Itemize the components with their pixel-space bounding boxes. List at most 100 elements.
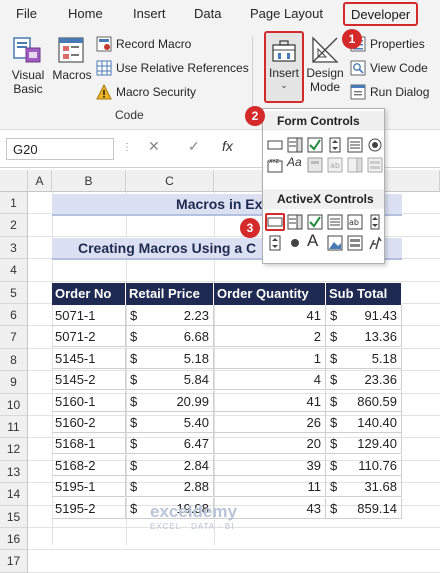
- tab-page-layout[interactable]: Page Layout: [250, 6, 323, 21]
- command-button-icon[interactable]: [265, 213, 285, 231]
- column-header-a[interactable]: A: [28, 170, 52, 192]
- cell-order-no[interactable]: 5145-1: [52, 347, 126, 369]
- cell-order-quantity[interactable]: 1: [214, 347, 326, 369]
- cell-retail-price[interactable]: $5.18: [126, 347, 214, 369]
- combo-list-icon[interactable]: [347, 157, 363, 173]
- row-header[interactable]: 2: [0, 214, 28, 237]
- cell-order-no[interactable]: 5168-2: [52, 454, 126, 476]
- row-header[interactable]: 8: [0, 348, 28, 372]
- group-box-icon[interactable]: XYZ: [267, 157, 283, 173]
- row-header[interactable]: 1: [0, 192, 28, 215]
- cell-retail-price[interactable]: $2.23: [126, 305, 214, 326]
- macros-button[interactable]: Macros: [52, 34, 92, 82]
- scroll-bar-icon[interactable]: [367, 214, 383, 230]
- row-header[interactable]: 11: [0, 416, 28, 439]
- cell-order-no[interactable]: 5071-2: [52, 326, 126, 348]
- cell-order-quantity[interactable]: 4: [214, 369, 326, 391]
- relative-references-button[interactable]: Use Relative References: [96, 60, 249, 76]
- cancel-icon[interactable]: ✕: [148, 138, 160, 155]
- cell-order-quantity[interactable]: 11: [214, 476, 326, 498]
- cell-order-no[interactable]: 5160-1: [52, 390, 126, 412]
- option-button-icon[interactable]: [367, 137, 383, 153]
- tab-home[interactable]: Home: [68, 6, 103, 21]
- spin-button-icon[interactable]: [327, 137, 343, 153]
- combo-drop-icon[interactable]: [367, 157, 383, 173]
- scroll-bar-icon[interactable]: [307, 157, 323, 173]
- record-macro-button[interactable]: Record Macro: [96, 36, 191, 52]
- row-header[interactable]: 10: [0, 393, 28, 416]
- row-header[interactable]: 15: [0, 505, 28, 528]
- visual-basic-button[interactable]: Visual Basic: [6, 34, 50, 96]
- column-header-b[interactable]: B: [52, 170, 126, 192]
- insert-function-icon[interactable]: fx: [222, 138, 233, 154]
- cell-sub-total[interactable]: $13.36: [326, 326, 402, 348]
- cell-order-no[interactable]: 5195-2: [52, 497, 126, 519]
- cell-order-quantity[interactable]: 2: [214, 326, 326, 348]
- image-icon[interactable]: [327, 235, 343, 251]
- view-code-button[interactable]: View Code: [350, 60, 428, 76]
- cell-order-no[interactable]: 5071-1: [52, 305, 126, 326]
- row-header[interactable]: 3: [0, 236, 28, 260]
- cell-retail-price[interactable]: $2.88: [126, 476, 214, 498]
- row-header[interactable]: 13: [0, 460, 28, 484]
- row-header[interactable]: 7: [0, 326, 28, 349]
- name-box[interactable]: G20: [6, 138, 114, 160]
- cell-sub-total[interactable]: $140.40: [326, 412, 402, 433]
- design-mode-button[interactable]: Design Mode: [306, 34, 344, 94]
- combo-box-icon[interactable]: [287, 137, 303, 153]
- checkbox-icon[interactable]: [307, 214, 323, 230]
- row-header[interactable]: 4: [0, 259, 28, 282]
- cell-order-no[interactable]: 5168-1: [52, 433, 126, 455]
- tab-developer[interactable]: Developer: [343, 2, 419, 26]
- cell-retail-price[interactable]: $6.68: [126, 326, 214, 348]
- label-icon[interactable]: Aa: [287, 155, 307, 171]
- list-box-icon[interactable]: [347, 137, 363, 153]
- cell-order-quantity[interactable]: 26: [214, 412, 326, 433]
- row-header[interactable]: 9: [0, 371, 28, 394]
- cell-sub-total[interactable]: $91.43: [326, 305, 402, 326]
- select-all-corner[interactable]: [0, 170, 28, 192]
- cell-sub-total[interactable]: $860.59: [326, 390, 402, 412]
- run-dialog-button[interactable]: Run Dialog: [350, 84, 429, 100]
- row-header[interactable]: 5: [0, 281, 28, 304]
- cell-sub-total[interactable]: $31.68: [326, 476, 402, 498]
- more-controls-icon[interactable]: [367, 235, 383, 251]
- tab-insert[interactable]: Insert: [133, 6, 166, 21]
- cell-order-quantity[interactable]: 39: [214, 454, 326, 476]
- row-header[interactable]: 6: [0, 304, 28, 327]
- cell-sub-total[interactable]: $859.14: [326, 497, 402, 519]
- button-icon[interactable]: [267, 137, 283, 153]
- cell-retail-price[interactable]: $5.84: [126, 369, 214, 391]
- text-box-icon[interactable]: ab: [347, 214, 363, 230]
- toggle-button-icon[interactable]: [347, 235, 363, 251]
- cell-order-no[interactable]: 5145-2: [52, 369, 126, 391]
- tab-file[interactable]: File: [16, 6, 37, 21]
- row-header[interactable]: 14: [0, 483, 28, 506]
- cell-sub-total[interactable]: $110.76: [326, 454, 402, 476]
- row-header[interactable]: 16: [0, 528, 28, 551]
- cell-order-quantity[interactable]: 20: [214, 433, 326, 455]
- combo-box-icon[interactable]: [287, 214, 303, 230]
- cell-sub-total[interactable]: $23.36: [326, 369, 402, 391]
- name-box-dropdown-icon[interactable]: ⋮: [122, 142, 132, 153]
- label-icon[interactable]: A: [307, 231, 323, 250]
- row-header[interactable]: 12: [0, 438, 28, 461]
- cell-sub-total[interactable]: $129.40: [326, 433, 402, 455]
- cell-order-quantity[interactable]: 41: [214, 305, 326, 326]
- cell-sub-total[interactable]: $5.18: [326, 347, 402, 369]
- cell-retail-price[interactable]: $2.84: [126, 454, 214, 476]
- spin-button-icon[interactable]: [267, 235, 283, 251]
- cell-order-no[interactable]: 5160-2: [52, 412, 126, 433]
- row-header[interactable]: 17: [0, 550, 28, 573]
- checkbox-icon[interactable]: [307, 137, 323, 153]
- cell-retail-price[interactable]: $20.99: [126, 390, 214, 412]
- tab-data[interactable]: Data: [194, 6, 221, 21]
- cell-retail-price[interactable]: $6.47: [126, 433, 214, 455]
- cell-order-no[interactable]: 5195-1: [52, 476, 126, 498]
- option-button-icon[interactable]: [287, 235, 303, 251]
- cell-retail-price[interactable]: $5.40: [126, 412, 214, 433]
- cell-order-quantity[interactable]: 41: [214, 390, 326, 412]
- column-header-c[interactable]: C: [126, 170, 214, 192]
- enter-icon[interactable]: ✓: [188, 138, 200, 155]
- list-box-icon[interactable]: [327, 214, 343, 230]
